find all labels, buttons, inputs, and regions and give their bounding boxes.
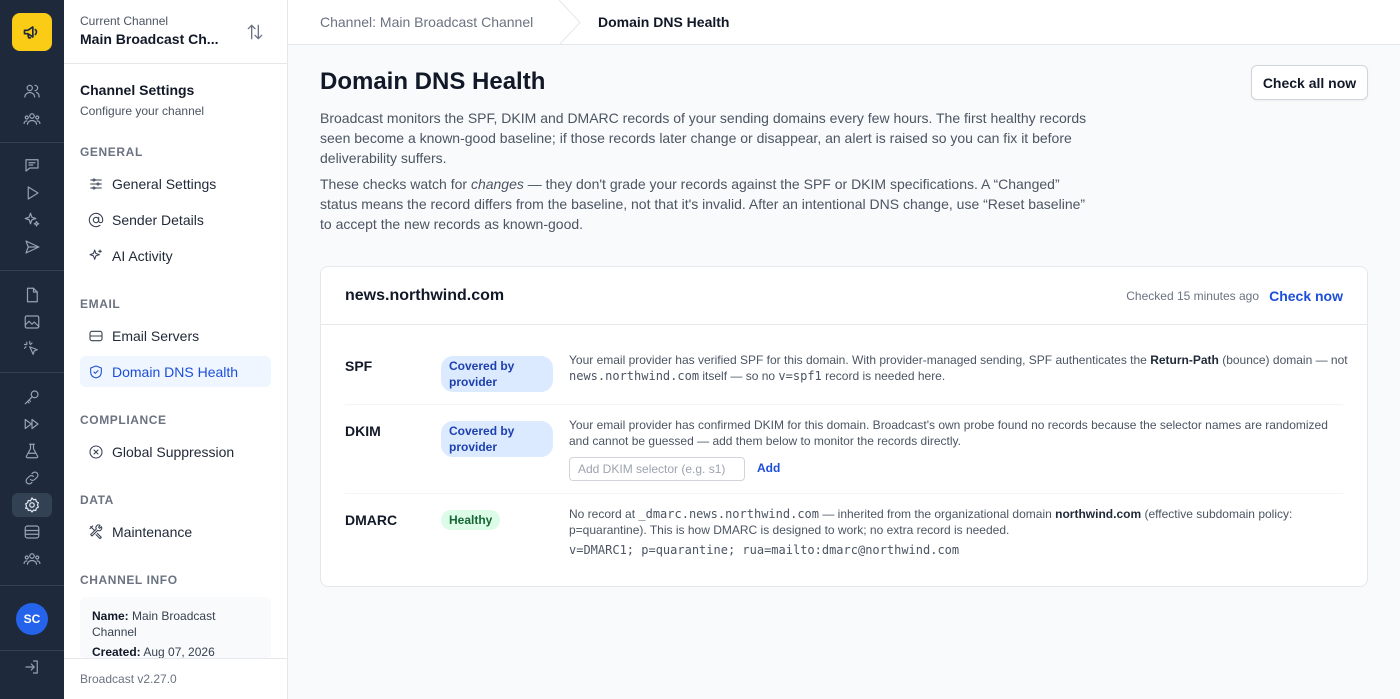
- section-general: GENERAL: [80, 145, 143, 159]
- megaphone-icon[interactable]: [12, 13, 52, 51]
- key-icon[interactable]: [20, 386, 44, 408]
- sidebar-item-general-settings[interactable]: General Settings: [80, 168, 271, 199]
- section-email: EMAIL: [80, 297, 121, 311]
- sparkles-icon[interactable]: [20, 209, 44, 231]
- x-circle-icon: [89, 444, 103, 459]
- swap-icon[interactable]: [245, 22, 265, 47]
- check-now-button[interactable]: Check now: [1269, 288, 1343, 304]
- breadcrumb: Channel: Main Broadcast Channel Domain D…: [288, 0, 1400, 45]
- sidebar-item-ai-activity[interactable]: AI Activity: [80, 240, 271, 271]
- current-channel-label: Current Channel: [80, 14, 169, 28]
- tools-icon: [89, 523, 103, 539]
- breadcrumb-parent[interactable]: Channel: Main Broadcast Channel: [320, 14, 533, 30]
- sidebar-item-label: Maintenance: [112, 523, 193, 540]
- breadcrumb-current: Domain DNS Health: [598, 14, 730, 30]
- gear-icon[interactable]: [12, 493, 52, 517]
- play-icon[interactable]: [20, 182, 44, 204]
- flask-icon[interactable]: [20, 440, 44, 462]
- cursor-click-icon[interactable]: [20, 338, 44, 360]
- sidebar-item-label: AI Activity: [112, 247, 173, 264]
- domain-card: news.northwind.com Checked 15 minutes ag…: [320, 266, 1368, 587]
- section-channel-info: CHANNEL INFO: [80, 573, 178, 587]
- page-title: Domain DNS Health: [320, 68, 546, 95]
- sidebar-item-label: Sender Details: [112, 211, 204, 228]
- channel-info-created: Created: Aug 07, 2026: [92, 645, 215, 659]
- section-compliance: COMPLIANCE: [80, 413, 167, 427]
- dkim-description: Your email provider has confirmed DKIM f…: [569, 418, 1328, 448]
- dkim-status-badge: Covered by provider: [441, 421, 553, 457]
- dmarc-record-value: v=DMARC1; p=quarantine; rua=mailto:dmarc…: [569, 543, 960, 557]
- channel-info-box: Name: Main Broadcast Channel Created: Au…: [80, 597, 271, 659]
- intro-paragraph: Broadcast monitors the SPF, DKIM and DMA…: [320, 110, 1087, 166]
- current-channel-name: Main Broadcast Ch...: [80, 31, 219, 47]
- sidebar-item-domain-dns-health[interactable]: Domain DNS Health: [80, 356, 271, 387]
- dmarc-label: DMARC: [345, 512, 398, 528]
- database-icon[interactable]: [20, 521, 44, 543]
- domain-name: news.northwind.com: [345, 287, 505, 304]
- settings-sidebar: Current Channel Main Broadcast Ch... Cha…: [64, 0, 288, 699]
- sidebar-item-label: Domain DNS Health: [112, 363, 239, 380]
- last-checked: Checked 15 minutes ago: [1126, 289, 1259, 303]
- sidebar-item-sender-details[interactable]: Sender Details: [80, 204, 271, 235]
- document-icon[interactable]: [20, 284, 44, 306]
- settings-subtitle: Configure your channel: [80, 104, 205, 118]
- dkim-label: DKIM: [345, 423, 381, 439]
- sliders-icon: [90, 177, 102, 190]
- server-icon: [89, 330, 103, 341]
- spf-description: Your email provider has verified SPF for…: [569, 353, 1348, 383]
- logout-icon[interactable]: [20, 656, 44, 678]
- icon-rail: SC: [0, 0, 64, 699]
- shield-check-icon: [90, 364, 102, 379]
- chevron-right-icon: [558, 0, 581, 45]
- group-icon[interactable]: [20, 548, 44, 570]
- check-all-button[interactable]: Check all now: [1251, 65, 1368, 100]
- chat-icon[interactable]: [20, 154, 44, 176]
- sidebar-item-label: Email Servers: [112, 327, 200, 344]
- send-icon[interactable]: [20, 236, 44, 258]
- channel-switcher[interactable]: Current Channel Main Broadcast Ch...: [64, 0, 287, 64]
- users-icon[interactable]: [20, 80, 44, 102]
- avatar[interactable]: SC: [16, 603, 48, 635]
- sparkles-icon: [89, 248, 102, 260]
- spf-label: SPF: [345, 358, 373, 374]
- sidebar-footer: Broadcast v2.27.0: [64, 658, 287, 699]
- fast-forward-icon[interactable]: [20, 413, 44, 435]
- image-icon[interactable]: [20, 311, 44, 333]
- sidebar-item-maintenance[interactable]: Maintenance: [80, 516, 271, 547]
- at-sign-icon: [88, 212, 104, 227]
- dmarc-description: No record at _dmarc.news.northwind.com —…: [569, 507, 1293, 537]
- group-icon[interactable]: [20, 108, 44, 130]
- dkim-selector-input[interactable]: [569, 457, 745, 481]
- sidebar-item-label: Global Suppression: [112, 443, 235, 460]
- sidebar-item-global-suppression[interactable]: Global Suppression: [80, 436, 271, 467]
- spf-status-badge: Covered by provider: [441, 356, 553, 392]
- link-icon[interactable]: [20, 467, 44, 489]
- sidebar-item-label: General Settings: [112, 175, 217, 192]
- domain-card-header: news.northwind.com Checked 15 minutes ag…: [321, 267, 1367, 325]
- dmarc-status-badge: Healthy: [441, 510, 501, 530]
- channel-info-name: Name: Main Broadcast Channel: [92, 609, 216, 639]
- settings-title: Channel Settings: [80, 82, 195, 98]
- section-data: DATA: [80, 493, 114, 507]
- add-selector-button[interactable]: Add: [757, 461, 780, 475]
- intro-paragraph-changes: These checks watch for changes — they do…: [320, 176, 1086, 232]
- sidebar-item-email-servers[interactable]: Email Servers: [80, 320, 271, 351]
- app-version: Broadcast v2.27.0: [80, 672, 177, 686]
